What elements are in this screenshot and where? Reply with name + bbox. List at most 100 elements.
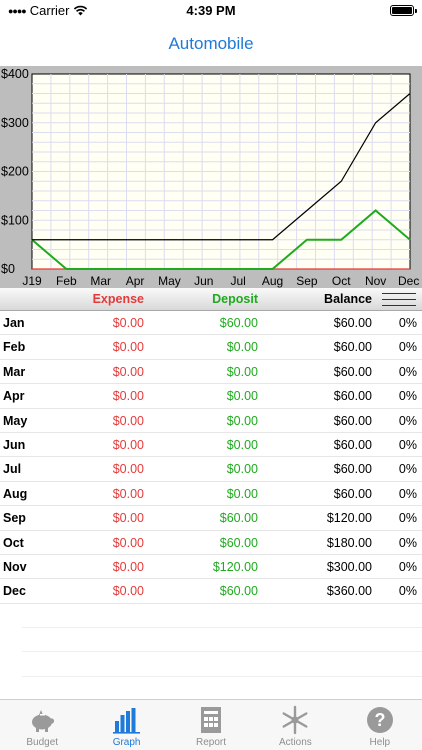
navigation-bar: Automobile bbox=[0, 22, 422, 66]
balance-cell: $60.00 bbox=[333, 462, 372, 477]
month-cell: Jul bbox=[3, 462, 22, 477]
deposit-cell: $60.00 bbox=[219, 316, 258, 330]
x-tick-label: Aug bbox=[262, 274, 283, 288]
expense-cell: $0.00 bbox=[112, 437, 144, 452]
deposit-cell: $0.00 bbox=[226, 389, 258, 404]
expense-cell: $0.00 bbox=[112, 389, 144, 404]
table-row[interactable]: Jul $0.00 $0.00 $60.00 0% bbox=[0, 457, 422, 482]
balance-cell: $180.00 bbox=[326, 535, 372, 550]
y-tick-label: $400 bbox=[1, 67, 29, 81]
percent-cell: 0% bbox=[398, 511, 417, 526]
percent-cell: 0% bbox=[398, 316, 417, 330]
month-cell: Mar bbox=[3, 364, 26, 379]
balance-column-header: Balance bbox=[324, 292, 372, 306]
balance-cell: $60.00 bbox=[333, 389, 372, 404]
deposit-column-header: Deposit bbox=[212, 292, 258, 306]
table-row[interactable]: Aug $0.00 $0.00 $60.00 0% bbox=[0, 482, 422, 507]
table-row[interactable]: Sep $0.00 $60.00 $120.00 0% bbox=[0, 506, 422, 531]
tab-help-label: Help bbox=[369, 737, 391, 748]
table-row[interactable]: Feb $0.00 $0.00 $60.00 0% bbox=[0, 335, 422, 360]
page-title: Automobile bbox=[168, 34, 254, 53]
deposit-cell: $0.00 bbox=[226, 486, 258, 501]
balance-cell: $360.00 bbox=[326, 584, 372, 599]
table-row[interactable]: May $0.00 $0.00 $60.00 0% bbox=[0, 409, 422, 433]
x-tick-label: May bbox=[158, 274, 181, 288]
expense-cell: $0.00 bbox=[112, 316, 144, 330]
month-cell: Feb bbox=[3, 340, 26, 355]
deposit-cell: $0.00 bbox=[226, 437, 258, 452]
month-cell: Oct bbox=[3, 535, 24, 550]
month-cell: Jan bbox=[3, 316, 25, 330]
deposit-cell: $0.00 bbox=[226, 364, 258, 379]
tab-bar: Budget Graph Report Actions ? Help bbox=[0, 699, 422, 750]
table-row[interactable]: Dec $0.00 $60.00 $360.00 0% bbox=[0, 579, 422, 604]
balance-cell: $300.00 bbox=[326, 559, 372, 574]
table-header: Expense Deposit Balance bbox=[0, 288, 422, 311]
month-table: Jan $0.00 $60.00 $60.00 0% Feb $0.00 $0.00 $60.0… bbox=[0, 311, 422, 677]
month-cell: Jun bbox=[3, 437, 26, 452]
expense-cell: $0.00 bbox=[112, 535, 144, 550]
expense-cell: $0.00 bbox=[112, 462, 144, 477]
help-icon: ? bbox=[366, 707, 393, 733]
empty-row bbox=[22, 628, 422, 653]
balance-cell: $60.00 bbox=[333, 316, 372, 330]
x-tick-label: Mar bbox=[90, 274, 111, 288]
expense-cell: $0.00 bbox=[112, 413, 144, 428]
month-cell: Aug bbox=[3, 486, 28, 501]
x-tick-label: Dec bbox=[398, 274, 419, 288]
month-cell: Apr bbox=[3, 389, 25, 404]
percent-cell: 0% bbox=[398, 389, 417, 404]
percent-cell: 0% bbox=[398, 486, 417, 501]
status-bar: ●●●● Carrier 4:39 PM bbox=[0, 0, 422, 22]
table-row[interactable]: Nov $0.00 $120.00 $300.00 0% bbox=[0, 555, 422, 580]
deposit-cell: $120.00 bbox=[212, 559, 258, 574]
menu-icon[interactable] bbox=[382, 293, 416, 306]
x-tick-label: Sep bbox=[296, 274, 318, 288]
x-tick-label: J19 bbox=[22, 274, 42, 288]
tab-report[interactable]: Report bbox=[169, 700, 253, 750]
month-cell: Sep bbox=[3, 511, 26, 526]
deposit-cell: $0.00 bbox=[226, 340, 258, 355]
expense-cell: $0.00 bbox=[112, 486, 144, 501]
deposit-cell: $60.00 bbox=[219, 511, 258, 526]
expense-cell: $0.00 bbox=[112, 340, 144, 355]
percent-cell: 0% bbox=[398, 584, 417, 599]
tab-actions[interactable]: Actions bbox=[253, 700, 337, 750]
expense-cell: $0.00 bbox=[112, 511, 144, 526]
tab-graph-label: Graph bbox=[112, 737, 141, 748]
y-tick-label: $0 bbox=[1, 262, 15, 276]
status-time: 4:39 PM bbox=[186, 3, 236, 18]
x-tick-label: Jun bbox=[194, 274, 213, 288]
percent-cell: 0% bbox=[398, 413, 417, 428]
piggy-bank-icon bbox=[32, 710, 55, 732]
tab-budget[interactable]: Budget bbox=[0, 700, 84, 750]
balance-cell: $60.00 bbox=[333, 364, 372, 379]
expense-cell: $0.00 bbox=[112, 559, 144, 574]
table-row[interactable]: Mar $0.00 $0.00 $60.00 0% bbox=[0, 360, 422, 385]
svg-text:?: ? bbox=[374, 710, 385, 730]
balance-chart: $0 $100 $200 $300 $400 J19 Feb Mar Apr May Jun Jul A… bbox=[0, 66, 422, 288]
percent-cell: 0% bbox=[398, 437, 417, 452]
table-row[interactable]: Apr $0.00 $0.00 $60.00 0% bbox=[0, 384, 422, 409]
table-row[interactable]: Jan $0.00 $60.00 $60.00 0% bbox=[0, 311, 422, 336]
table-row[interactable]: Oct $0.00 $60.00 $180.00 0% bbox=[0, 531, 422, 555]
percent-cell: 0% bbox=[398, 462, 417, 477]
expense-cell: $0.00 bbox=[112, 584, 144, 599]
x-tick-label: Jul bbox=[231, 274, 246, 288]
expense-column-header: Expense bbox=[92, 292, 144, 306]
deposit-cell: $60.00 bbox=[219, 584, 258, 599]
tab-report-label: Report bbox=[196, 737, 227, 748]
balance-cell: $60.00 bbox=[333, 413, 372, 428]
x-tick-label: Oct bbox=[332, 274, 351, 288]
balance-cell: $60.00 bbox=[333, 340, 372, 355]
deposit-cell: $0.00 bbox=[226, 413, 258, 428]
table-row[interactable]: Jun $0.00 $0.00 $60.00 0% bbox=[0, 433, 422, 458]
month-cell: May bbox=[3, 413, 28, 428]
battery-icon bbox=[390, 5, 417, 16]
balance-cell: $60.00 bbox=[333, 486, 372, 501]
tab-help[interactable]: ? Help bbox=[338, 700, 422, 750]
tab-graph[interactable]: Graph bbox=[84, 700, 168, 750]
balance-cell: $120.00 bbox=[326, 511, 372, 526]
balance-cell: $60.00 bbox=[333, 437, 372, 452]
y-tick-label: $200 bbox=[1, 165, 29, 179]
